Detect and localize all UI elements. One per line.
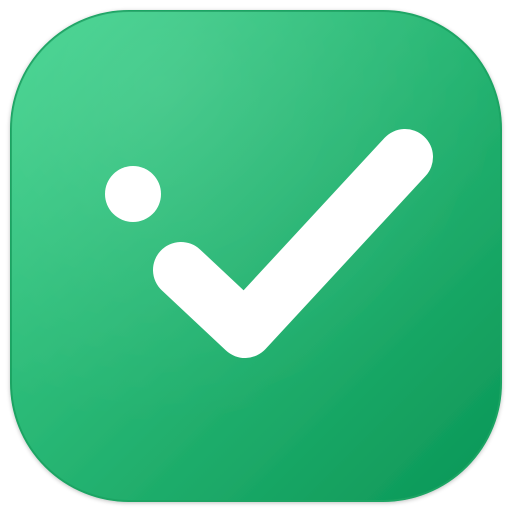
checkmark-app-icon bbox=[10, 10, 502, 502]
check-dot bbox=[105, 166, 161, 222]
icon-background bbox=[10, 10, 502, 502]
